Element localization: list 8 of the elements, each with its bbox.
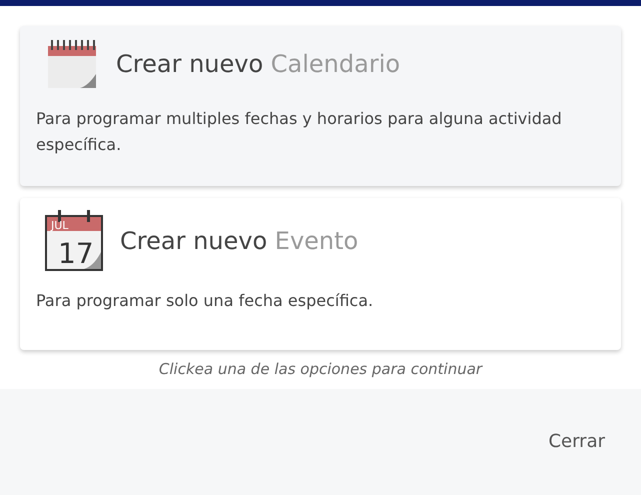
option-title: Crear nuevo Calendario (116, 49, 400, 80)
close-button[interactable]: Cerrar (548, 428, 605, 456)
option-description: Para programar solo una fecha específica. (36, 290, 374, 312)
option-card[interactable]: JUL 17 Crear nuevo Evento Para programar solo una fecha específica. (20, 198, 621, 350)
option-description: Para programar multiples fechas y horarios para alguna actividad específica. (36, 108, 563, 156)
option-title: Crear nuevo Evento (120, 226, 358, 257)
option-card[interactable]: Crear nuevo Calendario Para programar multiples fechas y horarios para alguna actividad específica. (20, 26, 621, 186)
hint-text: Clickea una de las opciones para continuar (158, 359, 484, 380)
